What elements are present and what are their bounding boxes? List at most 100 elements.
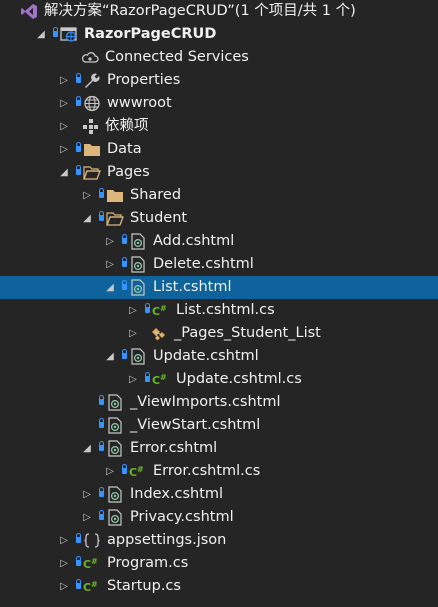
tree-node-startup-cs[interactable]: ▷ C # Startup.cs [0,575,438,598]
folder-open-icon [83,164,101,181]
tree-node-label: Error.cshtml [130,440,218,456]
csharp-file-icon: C # [152,371,170,388]
tree-node-update-cshtml[interactable]: ◢ Update.cshtml [0,345,438,368]
collapse-arrow-icon[interactable]: ◢ [35,23,47,46]
csharp-file-icon: C # [83,578,101,595]
source-control-lock-icon [122,349,127,359]
razor-file-icon [106,440,124,457]
source-control-lock-icon [99,188,104,198]
tree-node-delete-cshtml[interactable]: ▷ Delete.cshtml [0,253,438,276]
expand-arrow-icon[interactable]: ▷ [104,230,116,253]
collapse-arrow-icon[interactable]: ◢ [81,437,93,460]
expand-arrow-icon[interactable]: ▷ [104,460,116,483]
tree-node-label: _Pages_Student_List [174,325,321,341]
tree-node-viewimports-cshtml[interactable]: _ViewImports.cshtml [0,391,438,414]
tree-node-label: Update.cshtml [153,348,259,364]
csharp-file-icon: C # [83,555,101,572]
tree-node-list-cshtml-cs[interactable]: ▷ C # List.cshtml.cs [0,299,438,322]
json-file-icon [83,532,101,549]
source-control-lock-icon [76,142,81,152]
tree-node-add-cshtml[interactable]: ▷ Add.cshtml [0,230,438,253]
tree-node-label: Update.cshtml.cs [176,371,302,387]
svg-text:#: # [91,580,98,589]
razor-file-icon [129,348,147,365]
globe-icon [83,95,101,112]
expand-arrow-icon[interactable]: ▷ [127,322,139,345]
tree-node-label: Shared [130,187,182,203]
tree-node-connected-services[interactable]: Connected Services [0,46,438,69]
svg-text:C: C [152,374,160,387]
source-control-lock-icon [122,280,127,290]
razor-file-icon [129,279,147,296]
expand-arrow-icon[interactable]: ▷ [81,184,93,207]
tree-node-error-cshtml[interactable]: ◢ Error.cshtml [0,437,438,460]
class-icon [150,325,168,342]
expand-arrow-icon[interactable]: ▷ [81,506,93,529]
csharp-file-icon: C # [152,302,170,319]
tree-node-pages[interactable]: ◢ Pages [0,161,438,184]
source-control-lock-icon [99,441,104,451]
tree-node-wwwroot[interactable]: ▷ wwwroot [0,92,438,115]
tree-node-label: Add.cshtml [153,233,235,249]
source-control-lock-icon [53,27,58,37]
svg-text:C: C [152,305,160,318]
source-control-lock-icon [99,510,104,520]
expand-arrow-icon[interactable]: ▷ [58,138,70,161]
source-control-lock-icon [76,533,81,543]
tree-node-label: wwwroot [107,95,172,111]
svg-text:C: C [83,558,91,571]
expand-arrow-icon[interactable]: ▷ [58,552,70,575]
razor-file-icon [129,256,147,273]
folder-icon [83,141,101,158]
svg-text:#: # [137,465,144,474]
tree-node-index-cshtml[interactable]: ▷ Index.cshtml [0,483,438,506]
tree-node-properties[interactable]: ▷ Properties [0,69,438,92]
razor-file-icon [106,394,124,411]
expand-arrow-icon[interactable]: ▷ [81,483,93,506]
tree-node-label: Delete.cshtml [153,256,254,272]
tree-node-student[interactable]: ◢ Student [0,207,438,230]
solution-node[interactable]: 解决方案“RazorPageCRUD”(1 个项目/共 1 个) [0,0,438,23]
collapse-arrow-icon[interactable]: ◢ [104,276,116,299]
tree-node-update-cshtml-cs[interactable]: ▷ C # Update.cshtml.cs [0,368,438,391]
tree-node-viewstart-cshtml[interactable]: _ViewStart.cshtml [0,414,438,437]
tree-node-error-cshtml-cs[interactable]: ▷ C # Error.cshtml.cs [0,460,438,483]
expand-arrow-icon[interactable]: ▷ [58,529,70,552]
expand-arrow-icon[interactable]: ▷ [58,115,70,138]
tree-node-label: Pages [107,164,150,180]
source-control-lock-icon [76,556,81,566]
connected-services-icon [81,49,99,66]
tree-node-pages-student-list[interactable]: ▷ _Pages_Student_List [0,322,438,345]
expand-arrow-icon[interactable]: ▷ [58,69,70,92]
tree-node-data[interactable]: ▷ Data [0,138,438,161]
tree-node-label: Privacy.cshtml [130,509,234,525]
tree-node-label: Student [130,210,188,226]
tree-node-appsettings-json[interactable]: ▷ appsettings.json [0,529,438,552]
source-control-lock-icon [76,96,81,106]
collapse-arrow-icon[interactable]: ◢ [81,207,93,230]
svg-text:#: # [160,373,167,382]
razor-file-icon [106,486,124,503]
tree-node-label: List.cshtml.cs [176,302,275,318]
tree-node-label: appsettings.json [107,532,227,548]
tree-node-list-cshtml[interactable]: ◢ List.cshtml [0,276,438,299]
collapse-arrow-icon[interactable]: ◢ [104,345,116,368]
collapse-arrow-icon[interactable]: ◢ [58,161,70,184]
tree-node-privacy-cshtml[interactable]: ▷ Privacy.cshtml [0,506,438,529]
visual-studio-solution-icon [20,3,38,20]
tree-node-label: _ViewStart.cshtml [130,417,261,433]
expand-arrow-icon[interactable]: ▷ [127,368,139,391]
expand-arrow-icon[interactable]: ▷ [104,253,116,276]
expand-arrow-icon[interactable]: ▷ [58,92,70,115]
tree-node-program-cs[interactable]: ▷ C # Program.cs [0,552,438,575]
razor-file-icon [106,417,124,434]
folder-icon [106,187,124,204]
tree-node-shared[interactable]: ▷ Shared [0,184,438,207]
dependencies-icon [81,118,99,135]
expand-arrow-icon[interactable]: ▷ [127,299,139,322]
expand-arrow-icon[interactable]: ▷ [58,575,70,598]
tree-node-razorpagecrud[interactable]: ◢ RazorPageCRUD [0,23,438,46]
razor-file-icon [129,233,147,250]
tree-node-dependencies[interactable]: ▷ 依赖项 [0,115,438,138]
tree-node-label: Properties [107,72,181,88]
